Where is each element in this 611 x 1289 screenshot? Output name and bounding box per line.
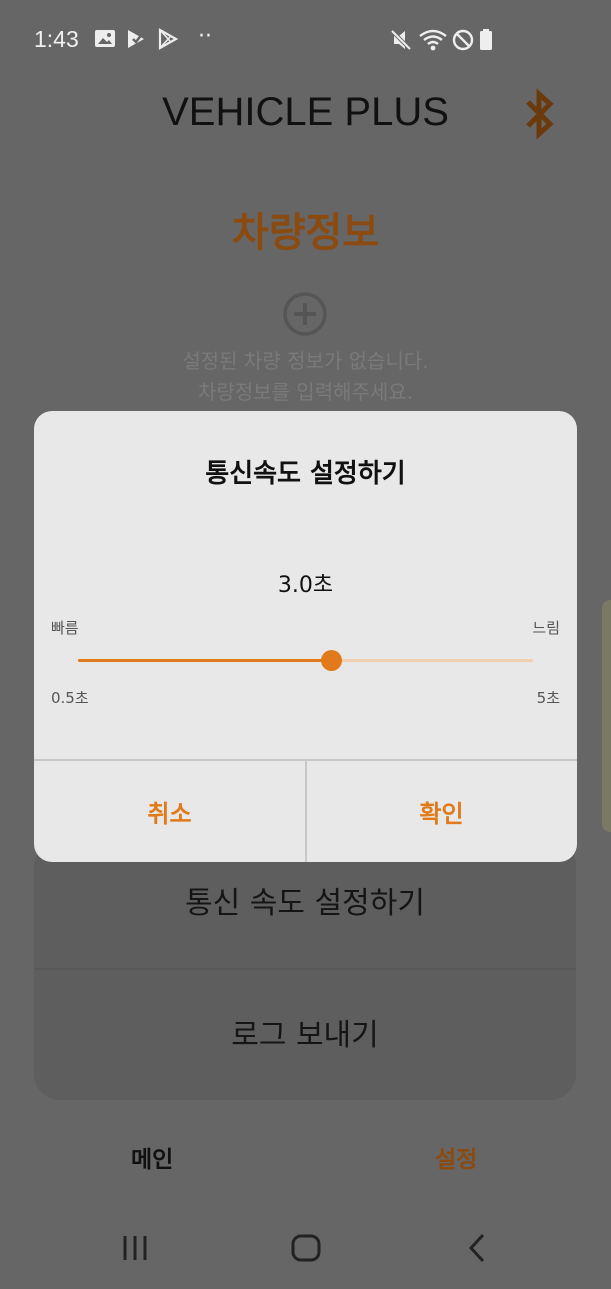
- slider-thumb[interactable]: [320, 650, 342, 671]
- confirm-button[interactable]: 확인: [306, 761, 577, 862]
- settings-item-comm-speed[interactable]: 통신 속도 설정하기: [34, 878, 576, 922]
- home-icon[interactable]: [289, 1230, 323, 1266]
- settings-menu-card: 통신 속도 설정하기 로그 보내기: [34, 840, 576, 1100]
- slider-value-label: 3.0초: [277, 573, 334, 598]
- comm-speed-dialog: 통신속도 설정하기 3.0초 빠름 느림 0.5초 5초 취소 확인: [34, 411, 577, 862]
- status-bar: 1:43 ··: [0, 0, 611, 80]
- bluetooth-icon[interactable]: [520, 88, 560, 140]
- more-notifications-dots: ··: [198, 24, 212, 49]
- add-vehicle-icon[interactable]: [282, 291, 328, 337]
- play-store-check-icon: [128, 30, 144, 48]
- nav-tab-main[interactable]: 메인: [131, 1140, 173, 1174]
- vehicle-info-title: 차량정보: [231, 210, 380, 256]
- min-value-label: 0.5초: [51, 689, 89, 707]
- nav-tab-settings[interactable]: 설정: [435, 1140, 477, 1174]
- wifi-icon: [419, 29, 447, 51]
- slow-label: 느림: [532, 619, 560, 637]
- status-time: 1:43: [34, 26, 79, 52]
- mute-icon: [390, 29, 412, 51]
- dialog-title: 통신속도 설정하기: [205, 459, 406, 489]
- settings-divider: [34, 968, 576, 970]
- slider-track-fill: [78, 659, 331, 662]
- do-not-disturb-icon: [452, 29, 474, 51]
- cancel-button[interactable]: 취소: [34, 761, 305, 862]
- battery-icon: [480, 29, 492, 50]
- play-store-icon: [158, 28, 179, 50]
- gallery-icon: [95, 30, 115, 47]
- fast-label: 빠름: [51, 619, 79, 637]
- back-icon[interactable]: [464, 1230, 490, 1266]
- settings-item-send-log[interactable]: 로그 보내기: [34, 1010, 576, 1054]
- recent-apps-icon[interactable]: [120, 1230, 150, 1266]
- empty-vehicle-message-line2: 차량정보를 입력해주세요.: [197, 380, 414, 404]
- edge-panel-handle[interactable]: [602, 600, 611, 832]
- max-value-label: 5초: [536, 689, 560, 707]
- empty-vehicle-message-line1: 설정된 차량 정보가 없습니다.: [182, 349, 429, 373]
